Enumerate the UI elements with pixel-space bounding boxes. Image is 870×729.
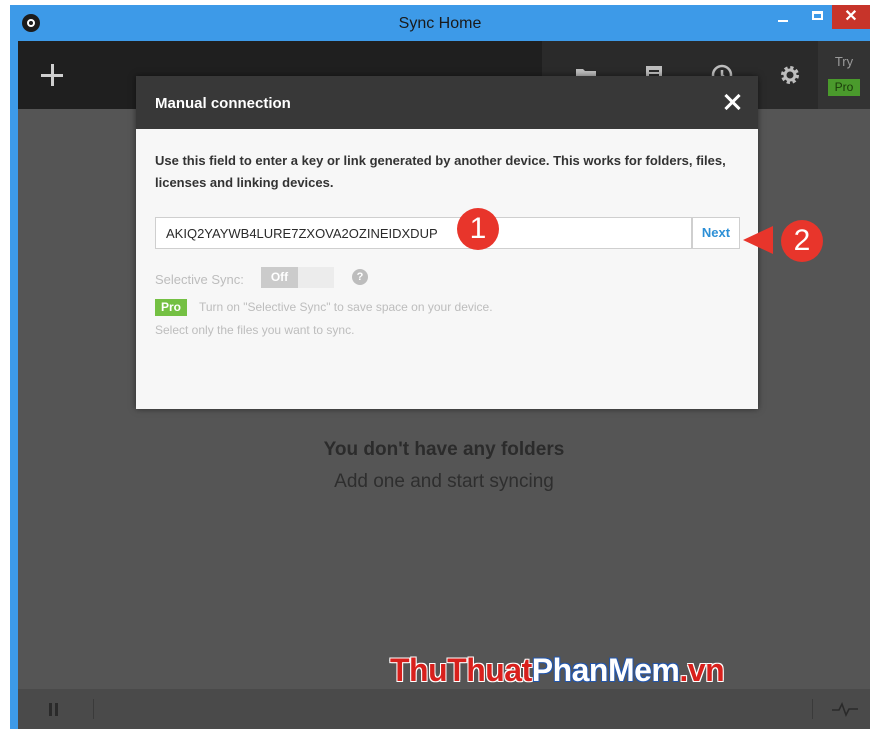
minimize-button[interactable] (769, 5, 797, 29)
next-button[interactable]: Next (692, 217, 740, 249)
step-marker-2: 2 (781, 220, 823, 262)
pause-icon[interactable] (48, 703, 60, 717)
empty-state-title: You don't have any folders (323, 439, 565, 460)
close-window-button[interactable]: ✕ (832, 5, 870, 29)
activity-icon[interactable] (832, 701, 858, 717)
try-label: Try (834, 54, 854, 69)
window-title: Sync Home (398, 15, 482, 32)
try-pro-button[interactable]: Try Pro (818, 41, 870, 109)
title-bar[interactable]: Sync Home ✕ (10, 5, 870, 41)
pro-hint-text-2: Select only the files you want to sync. (155, 323, 355, 337)
add-icon[interactable] (18, 41, 86, 109)
pro-hint-text: Turn on "Selective Sync" to save space o… (199, 300, 493, 314)
toggle-off-label: Off (261, 267, 298, 288)
status-divider (93, 699, 94, 719)
pro-mini-badge: Pro (828, 79, 860, 96)
gear-icon[interactable] (778, 63, 802, 87)
step-marker-1: 1 (457, 208, 499, 250)
watermark-part-3: .vn (679, 652, 725, 688)
help-icon[interactable]: ? (352, 269, 368, 285)
status-divider (812, 699, 813, 719)
watermark: ThuThuatPhanMem.vn (390, 652, 725, 689)
key-link-input[interactable] (155, 217, 692, 249)
dialog-close-icon[interactable] (724, 94, 740, 110)
dialog-description: Use this field to enter a key or link ge… (155, 153, 726, 190)
watermark-part-1: ThuThuat (390, 652, 532, 688)
empty-state-subtitle: Add one and start syncing (334, 471, 554, 492)
watermark-part-2: PhanMem (531, 652, 680, 688)
selective-sync-label: Selective Sync: (155, 272, 244, 287)
manual-connection-dialog: Manual connection Use this field to ente… (136, 76, 758, 409)
maximize-button[interactable] (804, 5, 832, 29)
dialog-title: Manual connection (155, 95, 291, 112)
status-bar (18, 689, 870, 729)
selective-sync-toggle[interactable]: Off (261, 267, 334, 288)
dialog-header: Manual connection (136, 76, 758, 129)
pro-badge: Pro (155, 299, 187, 316)
step-marker-arrow (743, 226, 773, 254)
